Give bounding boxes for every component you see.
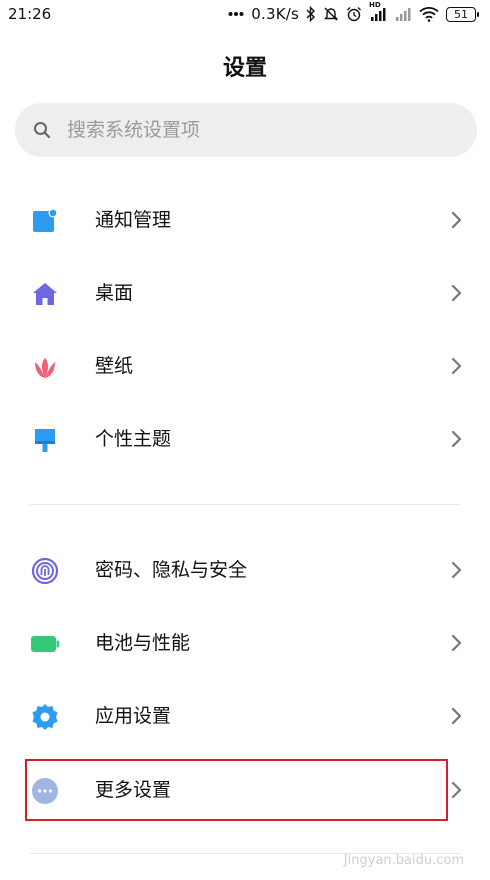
settings-item-themes[interactable]: 个性主题 xyxy=(0,409,490,469)
settings-item-label: 通知管理 xyxy=(95,209,172,231)
status-bar: 21:26 0.3K/s HD 51 xyxy=(0,0,490,28)
section-divider xyxy=(30,504,460,505)
battery-indicator: 51 xyxy=(446,6,479,22)
signal-bars-icon xyxy=(371,8,386,21)
chevron-right-icon xyxy=(451,430,462,448)
bluetooth-icon xyxy=(306,6,315,22)
alarm-icon xyxy=(347,7,361,22)
settings-item-apps[interactable]: 应用设置 xyxy=(0,686,490,746)
settings-item-wallpaper[interactable]: 壁纸 xyxy=(0,336,490,396)
network-speed: 0.3K/s xyxy=(251,5,299,23)
gear-icon xyxy=(30,702,60,732)
signal-bars-2-icon xyxy=(396,8,411,21)
battery-icon xyxy=(30,629,60,659)
chevron-right-icon xyxy=(451,284,462,302)
chevron-right-icon xyxy=(451,707,462,725)
fingerprint-icon xyxy=(30,556,60,586)
settings-item-label: 密码、隐私与安全 xyxy=(95,559,248,581)
mute-icon xyxy=(323,7,339,21)
settings-item-label: 桌面 xyxy=(95,282,134,304)
more-dots-icon xyxy=(228,12,244,16)
home-icon xyxy=(30,279,60,309)
settings-item-battery[interactable]: 电池与性能 xyxy=(0,613,490,673)
status-time: 21:26 xyxy=(8,5,52,23)
highlight-annotation-box xyxy=(25,759,448,821)
chevron-right-icon xyxy=(451,211,462,229)
settings-item-label: 电池与性能 xyxy=(95,632,191,654)
tulip-icon xyxy=(30,352,60,382)
settings-item-label: 应用设置 xyxy=(95,705,172,727)
search-input[interactable] xyxy=(65,118,429,142)
chevron-right-icon xyxy=(451,634,462,652)
cell-signal: HD xyxy=(369,1,387,22)
notification-icon xyxy=(30,206,60,236)
watermark: Jingyan.baidu.com xyxy=(343,853,464,868)
chevron-right-icon xyxy=(451,781,462,799)
settings-item-security[interactable]: 密码、隐私与安全 xyxy=(0,540,490,600)
status-icons: 0.3K/s HD 51 xyxy=(228,1,479,23)
settings-item-label: 个性主题 xyxy=(95,428,172,450)
page-title: 设置 xyxy=(222,56,267,81)
chevron-right-icon xyxy=(451,561,462,579)
chevron-right-icon xyxy=(451,357,462,375)
search-bar[interactable] xyxy=(15,103,477,157)
search-icon xyxy=(34,122,51,139)
wifi-icon xyxy=(419,7,439,22)
brush-icon xyxy=(30,425,60,455)
settings-item-label: 壁纸 xyxy=(95,355,134,377)
settings-item-desktop[interactable]: 桌面 xyxy=(0,263,490,323)
settings-item-notifications[interactable]: 通知管理 xyxy=(0,190,490,250)
